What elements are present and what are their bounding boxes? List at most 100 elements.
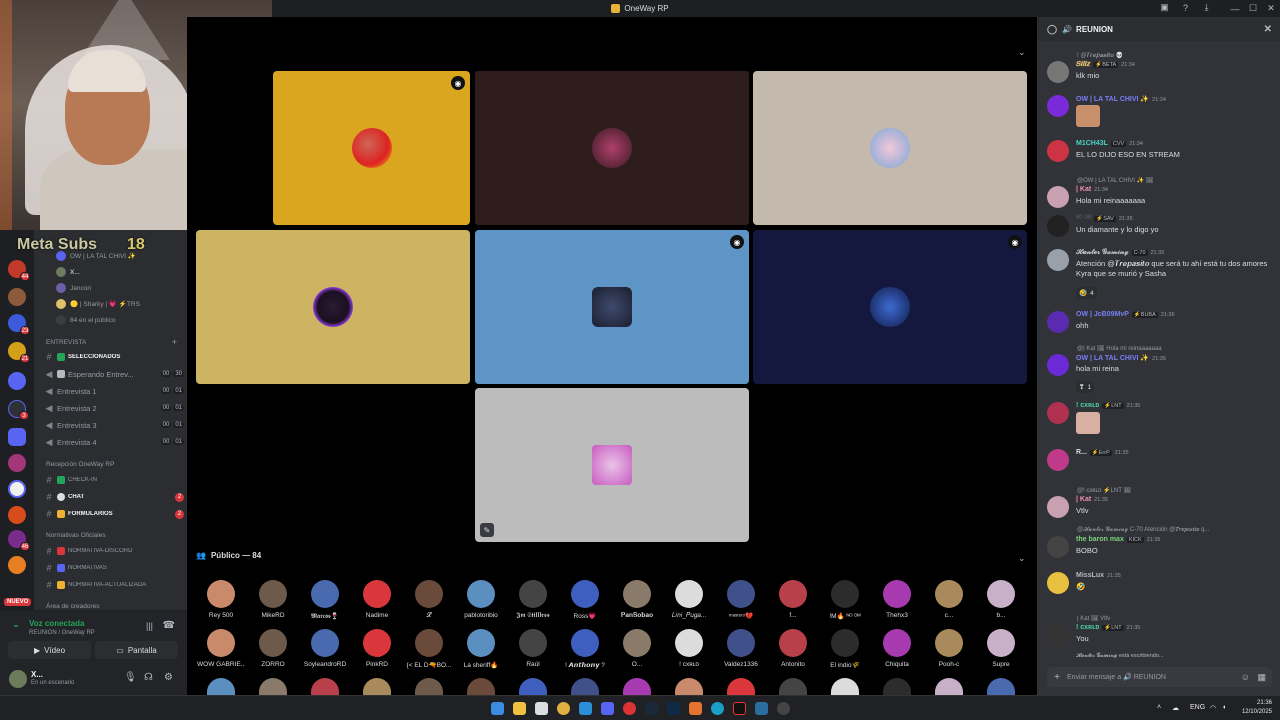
chevron-down-icon[interactable]: ⌄	[1018, 553, 1026, 564]
tiktok-icon[interactable]	[733, 702, 746, 715]
minimize-button[interactable]: —	[1226, 0, 1244, 17]
server-folder-icon[interactable]	[8, 428, 26, 446]
author-name[interactable]: the baron max	[1076, 536, 1124, 543]
audience-member[interactable]: SoyleandroRD	[301, 629, 349, 668]
audience-member[interactable]: 𝓛	[405, 580, 453, 620]
audience-member[interactable]	[353, 678, 401, 695]
category-creadores[interactable]: Área de creadores	[46, 603, 99, 610]
speaker-tile[interactable]: ✎	[475, 388, 749, 542]
message-author[interactable]: OW | LA TAL CHIVI ✨ 21:35	[1076, 354, 1166, 362]
author-name[interactable]: M1CH43L	[1076, 140, 1108, 147]
message-author[interactable]: R... ⚡ErrP 21:35	[1076, 449, 1129, 456]
speaker-tile[interactable]	[475, 71, 749, 225]
author-name[interactable]: OW | LA TAL CHIVI ✨	[1076, 355, 1149, 362]
avatar[interactable]	[1047, 449, 1069, 471]
author-name[interactable]: MissLux	[1076, 572, 1104, 579]
app-icon[interactable]	[689, 702, 702, 715]
author-name[interactable]: ! ᴄxʀʟᴅ	[1076, 402, 1099, 409]
store-icon[interactable]	[535, 702, 548, 715]
add-attachment-icon[interactable]: +	[1047, 672, 1067, 683]
language-indicator[interactable]: ENG	[1190, 704, 1205, 711]
author-name[interactable]: 𝓗𝓾𝓷𝓽𝓮𝓻 𝓖𝓪𝓶𝓲𝓷𝓰	[1076, 249, 1129, 256]
audience-member[interactable]	[925, 678, 973, 695]
avatar[interactable]	[1047, 61, 1069, 83]
channel-item[interactable]: # NORMATIVA-DISCORD	[44, 544, 184, 558]
audience-member[interactable]	[769, 678, 817, 695]
message-image[interactable]	[1076, 412, 1100, 434]
audience-member[interactable]	[717, 678, 765, 695]
audience-member[interactable]: c...	[925, 580, 973, 619]
audience-member[interactable]: ᵐᵃˢᵗᵉʳᵒ💔	[717, 580, 765, 620]
photoshop-icon[interactable]	[667, 702, 680, 715]
author-name[interactable]: ᴺᴼ ᴰᴹ	[1076, 215, 1091, 222]
audience-member[interactable]	[613, 678, 661, 695]
message-author[interactable]: 𝑺𝒊𝒍𝒍𝒛 ⚡BETA 21:34	[1076, 61, 1135, 69]
audience-member[interactable]: f...	[769, 580, 817, 619]
server-icon[interactable]	[8, 506, 26, 524]
avatar[interactable]	[1047, 249, 1069, 271]
avatar[interactable]	[1047, 624, 1069, 646]
audience-member[interactable]	[873, 678, 921, 695]
server-icon[interactable]	[8, 454, 26, 472]
reply-preview[interactable]: | Kat 🖼 Vtlv	[1077, 615, 1110, 622]
avatar[interactable]	[1047, 95, 1069, 117]
audience-member[interactable]	[509, 678, 557, 695]
channel-item[interactable]: # CHAT 2	[44, 490, 184, 504]
channel-item[interactable]: # SELECCIONADOS	[44, 350, 184, 364]
author-name[interactable]: | Kat	[1076, 496, 1091, 503]
video-button[interactable]: ▶ Vídeo	[8, 641, 91, 659]
audience-member[interactable]: Pooh-c	[925, 629, 973, 668]
author-name[interactable]: OW | JcB09MvP	[1076, 311, 1129, 318]
audience-member[interactable]: El indio🌾	[821, 629, 869, 669]
reaction-pill[interactable]: ❣ 1	[1076, 381, 1095, 393]
message-author[interactable]: | Kat 21:35	[1076, 496, 1108, 503]
speaker-tile[interactable]: ◉	[273, 71, 470, 225]
audience-member[interactable]: 𝐿𝑖𝑛𝑖_𝑃𝑢𝑔𝑎...	[665, 580, 713, 620]
emoji-icon[interactable]: ☺	[1241, 672, 1250, 682]
cloud-icon[interactable]: ☁	[1172, 704, 1179, 712]
message-author[interactable]: MissLux 21:35	[1076, 572, 1121, 579]
audience-member[interactable]: Raúl	[509, 629, 557, 668]
message-author[interactable]: OW | LA TAL CHIVI ✨ 21:34	[1076, 95, 1166, 103]
speaker-tile[interactable]	[753, 71, 1027, 225]
audience-member[interactable]: b...	[977, 580, 1025, 619]
audience-member[interactable]	[197, 678, 245, 695]
audience-member[interactable]: 𝐏𝐚𝐧𝐒𝐨𝐛𝐚𝐨	[613, 580, 661, 620]
message-author[interactable]: the baron max KICK 21:35	[1076, 536, 1160, 543]
chrome-icon[interactable]	[557, 702, 570, 715]
headphones-icon[interactable]: ☊	[144, 672, 153, 683]
voice-user[interactable]: X...	[56, 266, 80, 278]
channel-item[interactable]: # CHECK-IN	[44, 473, 184, 487]
message-image[interactable]	[1076, 105, 1100, 127]
edge-icon[interactable]	[711, 702, 724, 715]
message-author[interactable]: ! ᴄxʀʟᴅ ⚡LNT 21:35	[1076, 624, 1140, 631]
audience-member[interactable]: {< EL D🔫BO...	[405, 629, 453, 669]
channel-item[interactable]: ◀ Entrevista 1 00 01	[44, 384, 184, 398]
author-name[interactable]: R...	[1076, 449, 1087, 456]
discord-icon[interactable]	[601, 702, 614, 715]
channel-item[interactable]: ◀ Entrevista 4 00 01	[44, 435, 184, 449]
server-icon[interactable]: 23	[8, 314, 30, 335]
audience-member[interactable]: Antonito	[769, 629, 817, 668]
add-channel-icon[interactable]: +	[172, 337, 177, 347]
audience-member[interactable]: Ross💗	[561, 580, 609, 620]
steam-icon[interactable]	[645, 702, 658, 715]
signal-icon[interactable]: ⌁	[13, 621, 19, 632]
audience-member[interactable]: Valdez1336	[717, 629, 765, 668]
server-icon[interactable]	[8, 556, 26, 574]
chevron-down-icon[interactable]: ⌄	[1018, 47, 1026, 58]
category-recepcion[interactable]: Recepción OneWay RP	[46, 461, 114, 468]
server-icon[interactable]	[8, 288, 26, 306]
audience-member[interactable]: ! 𝘼𝙣𝙩𝙝𝙤𝙣𝙮 ?	[561, 629, 609, 669]
message-author[interactable]: ! ᴄxʀʟᴅ ⚡LNT 21:35	[1076, 402, 1140, 409]
audience-member[interactable]: Rey 500	[197, 580, 245, 619]
noise-suppression-icon[interactable]: |||	[146, 621, 153, 631]
server-icon[interactable]	[8, 372, 26, 390]
channel-item[interactable]: ◀ Entrevista 3 00 01	[44, 418, 184, 432]
avatar[interactable]	[1047, 186, 1069, 208]
speaker-tile[interactable]: ◉	[475, 230, 749, 384]
reply-preview[interactable]: @OW | LA TAL CHIVI ✨ 🖼	[1077, 177, 1153, 184]
clock[interactable]: 21:36 12/10/2025	[1242, 699, 1272, 717]
audience-member[interactable]: Thehx3	[873, 580, 921, 619]
server-icon[interactable]: 46	[8, 530, 30, 551]
